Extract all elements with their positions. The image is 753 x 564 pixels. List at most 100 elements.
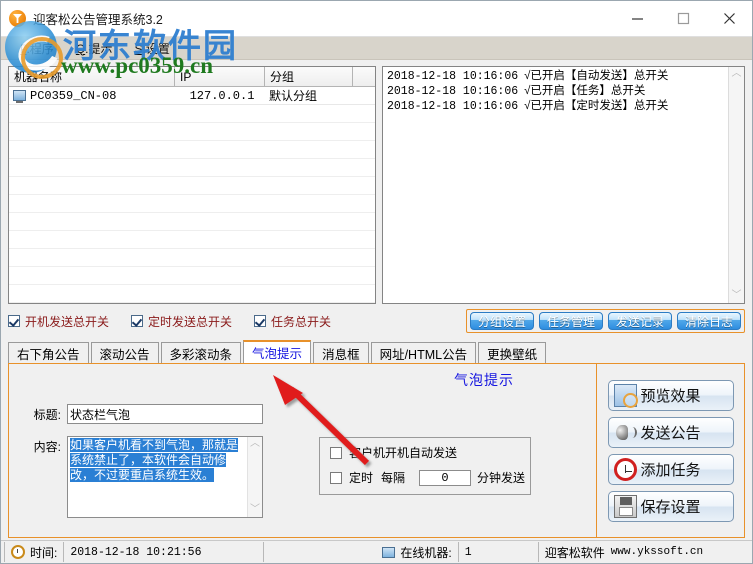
checkbox-box [8, 315, 20, 327]
column-header-name[interactable]: 机器名称 [9, 67, 175, 86]
status-bar: 时间: 2018-12-18 10:21:56 在线机器: 1 迎客松软件 ww… [1, 540, 752, 563]
empty-row [9, 249, 375, 267]
status-online-value: 1 [459, 542, 539, 562]
task-manage-button[interactable]: 任务管理 [538, 312, 603, 330]
title-label: 标题: [33, 407, 61, 422]
column-header-group[interactable]: 分组 [265, 67, 353, 86]
options-row: 开机发送总开关 定时发送总开关 任务总开关 分组设置 任务管理 发送记录 清除日… [8, 309, 745, 333]
empty-row [9, 141, 375, 159]
tab-change-wallpaper[interactable]: 更换壁纸 [478, 342, 547, 363]
menu-item-program[interactable]: P.程序 [9, 38, 65, 59]
tab-url-html-notice[interactable]: 网址/HTML公告 [370, 342, 477, 363]
menu-item-settings[interactable]: S.设置 [124, 38, 181, 59]
log-message: √已开启【定时发送】总开关 [524, 100, 669, 112]
empty-row [9, 177, 375, 195]
interval-input[interactable]: 0 [419, 469, 472, 486]
empty-row [9, 231, 375, 249]
column-header-ip[interactable]: IP [175, 67, 265, 86]
clock-icon [613, 457, 637, 481]
scroll-up-icon[interactable]: ︿ [732, 69, 742, 79]
tab-bar: 右下角公告 滚动公告 多彩滚动条 气泡提示 消息框 网址/HTML公告 更换壁纸 [8, 340, 745, 363]
tab-message-box[interactable]: 消息框 [313, 342, 369, 363]
content-selected-text: 如果客户机看不到气泡，那就是系统禁止了，本软件会自动修改，不过要重启系统生效。 [70, 438, 239, 482]
log-time: 2018-12-18 10:16:06 [387, 85, 519, 98]
menu-accel-tips: Q [75, 41, 86, 56]
empty-row [9, 195, 375, 213]
add-task-button-label: 添加任务 [640, 461, 701, 479]
empty-row [9, 105, 375, 123]
log-line: 2018-12-18 10:16:06 √已开启【任务】总开关 [387, 84, 728, 99]
empty-row [9, 303, 375, 304]
menu-accel-settings: S [134, 41, 143, 56]
tab-bottom-right-notice[interactable]: 右下角公告 [8, 342, 89, 363]
log-time: 2018-12-18 10:16:06 [387, 100, 519, 113]
checkbox-box [330, 446, 342, 459]
empty-row [9, 213, 375, 231]
status-online-label-cell: 在线机器: [376, 542, 459, 562]
scroll-down-icon[interactable]: ﹀ [250, 505, 260, 515]
content-scrollbar[interactable]: ︿ ﹀ [247, 437, 262, 517]
send-notice-button[interactable]: 发送公告 [607, 416, 734, 448]
add-task-button[interactable]: 添加任务 [607, 453, 734, 485]
send-records-button[interactable]: 发送记录 [607, 312, 672, 330]
checkbox-task-master[interactable]: 任务总开关 [254, 313, 331, 330]
status-time-label-cell: 时间: [4, 542, 65, 562]
preview-button-label: 预览效果 [640, 387, 701, 405]
clear-log-button[interactable]: 清除日志 [676, 312, 741, 330]
window-controls [614, 1, 752, 36]
machine-list[interactable]: 机器名称 IP 分组 PC0359_CN-08 127.0.0.1 默认分组 [8, 66, 376, 304]
checkbox-auto-send-on-boot[interactable]: 客户机开机自动发送 [330, 444, 530, 461]
log-scrollbar[interactable]: ︿ ﹀ [728, 67, 744, 303]
scroll-down-icon[interactable]: ﹀ [732, 291, 742, 301]
title-input[interactable]: 状态栏气泡 [67, 404, 263, 424]
menu-label-program: .程序 [26, 41, 54, 56]
checkbox-label: 开机发送总开关 [25, 314, 110, 329]
top-button-bar: 分组设置 任务管理 发送记录 清除日志 [465, 309, 745, 333]
log-message: √已开启【任务】总开关 [524, 85, 646, 97]
column-header-extra[interactable] [353, 67, 375, 86]
table-row[interactable]: PC0359_CN-08 127.0.0.1 默认分组 [9, 87, 375, 105]
minimize-button[interactable] [614, 1, 660, 36]
speaker-icon [614, 421, 637, 444]
field-title: 标题: 状态栏气泡 [17, 404, 588, 424]
content-textarea[interactable]: 如果客户机看不到气泡，那就是系统禁止了，本软件会自动修改，不过要重启系统生效。 … [67, 436, 263, 518]
scroll-up-icon[interactable]: ︿ [250, 439, 260, 449]
status-brand: 迎客松软件 www.ykssoft.cn [539, 542, 752, 562]
close-button[interactable] [706, 1, 752, 36]
save-settings-button[interactable]: 保存设置 [607, 490, 734, 522]
tab-colorful-scrollbar[interactable]: 多彩滚动条 [160, 342, 242, 363]
empty-row [9, 267, 375, 285]
status-time-label: 时间: [30, 545, 58, 560]
checkbox-boot-send-master[interactable]: 开机发送总开关 [8, 313, 109, 330]
cell-machine-name-text: PC0359_CN-08 [30, 88, 117, 103]
log-body: 2018-12-18 10:16:06 √已开启【自动发送】总开关 2018-12… [383, 67, 728, 303]
menu-item-tips[interactable]: Q.提示 [65, 38, 124, 59]
group-settings-button[interactable]: 分组设置 [469, 312, 534, 330]
checkbox-label: 定时发送总开关 [148, 314, 233, 329]
checkbox-timed-send-master[interactable]: 定时发送总开关 [131, 313, 232, 330]
send-notice-button-label: 发送公告 [640, 424, 701, 442]
app-window: 迎客松公告管理系统3.2 P.程序 Q.提示 S.设置 机器名称 IP 分组 P… [0, 0, 753, 564]
checkbox-label: 任务总开关 [271, 314, 332, 329]
app-logo-icon [9, 10, 26, 27]
checkbox-box-timer[interactable] [330, 471, 342, 484]
content-label: 内容: [33, 440, 61, 454]
preview-button[interactable]: 预览效果 [607, 379, 734, 411]
preview-icon [613, 383, 638, 408]
tab-panel: 气泡提示 标题: 状态栏气泡 内容: 如果客户机看不到气泡，那就是系统禁止了，本… [8, 363, 745, 538]
maximize-button[interactable] [660, 1, 706, 36]
window-title: 迎客松公告管理系统3.2 [33, 13, 163, 27]
checkbox-box [131, 315, 144, 327]
empty-row [9, 159, 375, 177]
log-time: 2018-12-18 10:16:06 [387, 70, 519, 83]
tab-bubble-tip[interactable]: 气泡提示 [243, 340, 312, 363]
cell-ip: 127.0.0.1 [189, 88, 255, 103]
menu-label-tips: .提示 [85, 41, 113, 56]
tab-scrolling-notice[interactable]: 滚动公告 [90, 342, 159, 363]
log-panel[interactable]: 2018-12-18 10:16:06 √已开启【自动发送】总开关 2018-12… [382, 66, 745, 304]
interval-label: 每隔 [381, 471, 406, 485]
clock-icon [11, 545, 25, 559]
top-area: 机器名称 IP 分组 PC0359_CN-08 127.0.0.1 默认分组 2… [8, 66, 745, 304]
empty-row [9, 123, 375, 141]
save-icon [613, 494, 637, 518]
